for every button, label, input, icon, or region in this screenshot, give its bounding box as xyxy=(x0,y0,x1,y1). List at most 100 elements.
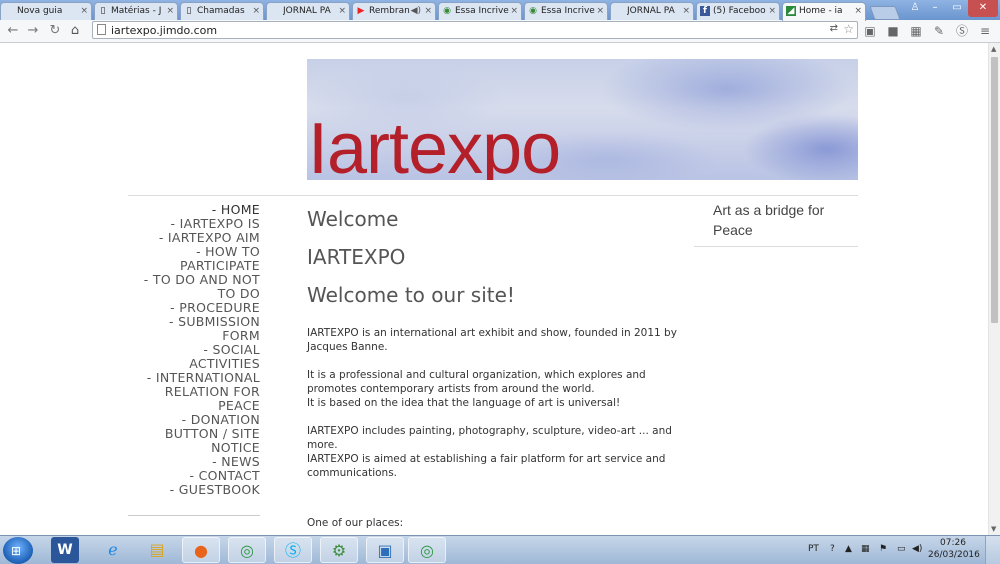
tab-2[interactable]: ▯ Chamadas × xyxy=(180,2,264,20)
nav-item-submission-form[interactable]: - SUBMISSION FORM xyxy=(128,315,260,343)
tab-6[interactable]: ◉ Essa Incrive × xyxy=(524,2,608,20)
extension-box-icon[interactable]: ■ xyxy=(885,23,901,39)
new-tab-button[interactable] xyxy=(869,6,901,20)
back-button[interactable]: ← xyxy=(4,22,22,40)
close-window-button[interactable]: ✕ xyxy=(968,0,998,17)
nav-item-home[interactable]: - HOME xyxy=(128,203,260,217)
scroll-up-arrow-icon[interactable]: ▲ xyxy=(991,45,996,53)
user-icon[interactable]: ♙ xyxy=(907,0,923,17)
screenshot-tool-icon[interactable]: ▣ xyxy=(366,537,404,563)
home-button[interactable]: ⌂ xyxy=(66,22,84,40)
word-icon[interactable]: W xyxy=(51,537,79,563)
header-banner: Iartexpo xyxy=(307,59,858,180)
chrome-icon[interactable]: ◎ xyxy=(408,537,446,563)
clock-time: 07:26 xyxy=(940,538,966,548)
heading-iartexpo: IARTEXPO xyxy=(307,245,406,269)
file-explorer-icon[interactable]: ▤ xyxy=(138,537,176,563)
skype-icon[interactable]: Ⓢ xyxy=(274,537,312,563)
sidebar-tagline: Art as a bridge for Peace xyxy=(713,202,825,238)
blank-tab-icon xyxy=(270,6,280,16)
facebook-icon: f xyxy=(700,6,710,16)
page-viewport: Iartexpo - HOME - IARTEXPO IS - IARTEXPO… xyxy=(0,43,988,535)
close-icon[interactable]: × xyxy=(252,3,260,19)
tab-label: Nova guia xyxy=(17,6,63,16)
tab-3[interactable]: JORNAL PA × xyxy=(266,2,350,20)
speaker-icon: ◀) xyxy=(410,6,421,16)
nav-item-guestbook[interactable]: - GUESTBOOK xyxy=(128,483,260,497)
globe-icon: ◉ xyxy=(443,6,451,16)
close-icon[interactable]: × xyxy=(338,3,346,19)
tab-label: Rembran xyxy=(369,6,410,16)
url-text: iartexpo.jimdo.com xyxy=(111,24,218,37)
tab-5[interactable]: ◉ Essa Incrive × xyxy=(438,2,522,20)
volume-icon[interactable]: ◀) xyxy=(912,544,922,554)
minimize-button[interactable]: – xyxy=(924,0,946,17)
reload-button[interactable]: ↻ xyxy=(46,22,64,40)
bookmark-star-icon[interactable]: ☆ xyxy=(843,22,854,36)
tab-label: Essa Incrive xyxy=(455,6,509,16)
nav-item-donation[interactable]: - DONATION BUTTON / SITE NOTICE xyxy=(128,413,260,455)
close-icon[interactable]: × xyxy=(854,3,862,19)
tray-app-icon[interactable]: ▦ xyxy=(861,544,870,554)
help-icon[interactable]: ? xyxy=(830,544,835,554)
close-icon[interactable]: × xyxy=(166,3,174,19)
nav-divider xyxy=(128,515,260,516)
clock-date: 26/03/2016 xyxy=(928,550,980,560)
start-button[interactable]: ⊞ xyxy=(3,537,33,564)
nav-item-procedure[interactable]: - PROCEDURE xyxy=(128,301,260,315)
paragraph-organization: It is a professional and cultural organi… xyxy=(307,369,646,395)
youtube-icon: ▶ xyxy=(357,6,365,16)
tab-label: Essa Incrive xyxy=(541,6,595,16)
skype-extension-icon[interactable]: Ⓢ xyxy=(954,23,970,39)
language-indicator[interactable]: PT xyxy=(808,544,819,554)
scrollbar-thumb[interactable] xyxy=(991,57,998,323)
paragraph-aim: IARTEXPO is aimed at establishing a fair… xyxy=(307,453,666,479)
site-logo[interactable]: Iartexpo xyxy=(308,109,561,180)
close-icon[interactable]: × xyxy=(596,3,604,19)
scroll-down-arrow-icon[interactable]: ▼ xyxy=(991,525,996,533)
address-bar[interactable]: iartexpo.jimdo.com ⇄ ☆ xyxy=(92,21,858,39)
display-icon[interactable]: ▭ xyxy=(897,544,906,554)
vertical-scrollbar[interactable]: ▲ ▼ xyxy=(988,43,1000,535)
nav-item-social-activities[interactable]: - SOCIAL ACTIVITIES xyxy=(128,343,260,371)
extension-photo-icon[interactable]: ▣ xyxy=(862,23,878,39)
windows-logo-icon: ⊞ xyxy=(11,544,22,558)
nav-item-how-to-participate[interactable]: - HOW TO PARTICIPATE xyxy=(128,245,260,273)
nav-item-contact[interactable]: - CONTACT xyxy=(128,469,260,483)
browser-toolbar: ← → ↻ ⌂ iartexpo.jimdo.com ⇄ ☆ ▣ ■ ▦ ✎ Ⓢ… xyxy=(0,20,1000,43)
nav-item-iartexpo-aim[interactable]: - IARTEXPO AIM xyxy=(128,231,260,245)
close-icon[interactable]: × xyxy=(510,3,518,19)
extension-grid-icon[interactable]: ▦ xyxy=(908,23,924,39)
tab-9-active[interactable]: ◢ Home - ia × xyxy=(782,2,866,21)
internet-explorer-icon[interactable]: ℯ xyxy=(94,537,132,563)
show-desktop-button[interactable] xyxy=(985,536,1000,564)
tab-4[interactable]: ▶ Rembran ◀) × xyxy=(352,2,436,20)
tab-1[interactable]: ▯ Matérias - J × xyxy=(94,2,178,20)
clock[interactable]: 07:26 26/03/2016 xyxy=(928,537,980,561)
network-icon[interactable]: ⚙ xyxy=(320,537,358,563)
maximize-button[interactable]: ▭ xyxy=(946,0,968,17)
nav-item-news[interactable]: - NEWS xyxy=(128,455,260,469)
nav-item-iartexpo-is[interactable]: - IARTEXPO IS xyxy=(128,217,260,231)
heading-welcome: Welcome xyxy=(307,207,399,231)
translate-icon[interactable]: ⇄ xyxy=(830,23,838,34)
close-icon[interactable]: × xyxy=(768,3,776,19)
close-icon[interactable]: × xyxy=(424,3,432,19)
close-icon[interactable]: × xyxy=(80,3,88,19)
tab-label: JORNAL PA xyxy=(627,6,675,16)
tab-0[interactable]: Nova guia × xyxy=(0,2,92,20)
divider xyxy=(128,195,858,196)
nav-item-to-do-and-not-to-do[interactable]: - TO DO AND NOT TO DO xyxy=(128,273,260,301)
close-icon[interactable]: × xyxy=(682,3,690,19)
nav-item-international-relation[interactable]: - INTERNATIONAL RELATION FOR PEACE xyxy=(128,371,260,413)
tray-expand-icon[interactable]: ▲ xyxy=(845,544,852,554)
windows-taskbar: ⊞ W ℯ ▤ ● ◎ Ⓢ ⚙ ▣ ◎ PT ? ▲ ▦ ⚑ ▭ ◀) 07:2… xyxy=(0,535,1000,564)
tab-7[interactable]: JORNAL PA × xyxy=(610,2,694,20)
firefox-icon[interactable]: ● xyxy=(182,537,220,563)
tab-8[interactable]: f (5) Faceboo × xyxy=(696,2,780,20)
flag-icon[interactable]: ⚑ xyxy=(879,544,887,554)
chrome-icon[interactable]: ◎ xyxy=(228,537,266,563)
forward-button[interactable]: → xyxy=(24,22,42,40)
menu-icon[interactable]: ≡ xyxy=(977,23,993,39)
extension-pen-icon[interactable]: ✎ xyxy=(931,23,947,39)
